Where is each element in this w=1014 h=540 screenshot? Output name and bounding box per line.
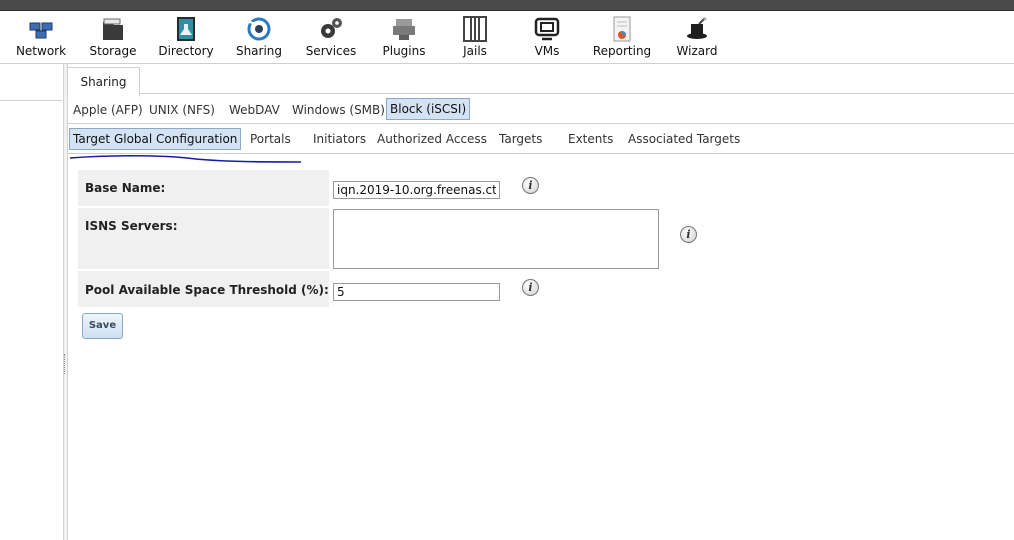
window-top-bar xyxy=(0,0,1014,11)
jails-icon xyxy=(463,16,487,42)
toolbar-vms-button[interactable]: VMs xyxy=(532,16,562,62)
isns-servers-label: ISNS Servers: xyxy=(78,208,329,269)
toolbar-jails-button[interactable]: Jails xyxy=(460,16,490,62)
services-icon xyxy=(321,18,342,38)
toolbar-directory-label: Directory xyxy=(158,44,214,58)
tab-apple-afp[interactable]: Apple (AFP) xyxy=(73,100,143,120)
sharing-icon xyxy=(247,17,271,41)
toolbar-storage-button[interactable]: Storage xyxy=(86,16,140,62)
tab-initiators[interactable]: Initiators xyxy=(313,129,366,149)
tab-targets[interactable]: Targets xyxy=(499,129,542,149)
base-name-label: Base Name: xyxy=(78,170,329,206)
toolbar-sharing-label: Sharing xyxy=(235,44,283,58)
tab-block-iscsi[interactable]: Block (iSCSI) xyxy=(386,98,471,120)
pool-threshold-info-icon[interactable]: i xyxy=(522,279,539,296)
toolbar-services-button[interactable]: Services xyxy=(304,16,358,62)
toolbar-directory-button[interactable]: Directory xyxy=(157,16,215,62)
tab-portals[interactable]: Portals xyxy=(250,129,291,149)
toolbar-network-label: Network xyxy=(15,44,67,58)
toolbar-wizard-button[interactable]: Wizard xyxy=(674,16,720,62)
storage-icon xyxy=(103,18,123,40)
save-button[interactable]: Save xyxy=(82,313,123,339)
tab-associated-targets[interactable]: Associated Targets xyxy=(628,129,740,149)
directory-icon xyxy=(177,17,195,41)
toolbar-sharing-button[interactable]: Sharing xyxy=(234,16,284,62)
plugins-icon xyxy=(393,19,415,40)
toolbar-vms-label: VMs xyxy=(534,44,560,58)
tab-sharing[interactable]: Sharing xyxy=(67,67,140,97)
tab-target-global-configuration[interactable]: Target Global Configuration xyxy=(69,128,242,150)
toolbar-jails-label: Jails xyxy=(463,44,487,58)
toolbar-wizard-label: Wizard xyxy=(676,44,718,58)
main-toolbar: Network Storage Directory Sharing Servic… xyxy=(0,11,1014,64)
toolbar-plugins-label: Plugins xyxy=(382,44,426,58)
toolbar-reporting-button[interactable]: Reporting xyxy=(592,16,652,62)
toolbar-storage-label: Storage xyxy=(89,44,137,58)
base-name-input[interactable] xyxy=(333,181,500,199)
tab-webdav[interactable]: WebDAV xyxy=(229,100,280,120)
wizard-icon xyxy=(687,17,707,39)
share-type-tabs: Apple (AFP) UNIX (NFS) WebDAV Windows (S… xyxy=(67,95,1014,124)
isns-servers-textarea[interactable] xyxy=(333,209,659,269)
toptab-divider xyxy=(67,93,1014,94)
left-tree-panel xyxy=(0,64,62,540)
left-panel-divider xyxy=(0,100,62,101)
vms-icon xyxy=(534,17,560,41)
network-icon xyxy=(29,22,53,39)
tab-authorized-access[interactable]: Authorized Access xyxy=(377,129,487,149)
splitter-grip[interactable] xyxy=(64,354,66,374)
tab-unix-nfs[interactable]: UNIX (NFS) xyxy=(149,100,215,120)
tab-windows-smb[interactable]: Windows (SMB) xyxy=(292,100,385,120)
base-name-info-icon[interactable]: i xyxy=(522,177,539,194)
toolbar-services-label: Services xyxy=(305,44,357,58)
toolbar-plugins-button[interactable]: Plugins xyxy=(381,16,427,62)
tab-extents[interactable]: Extents xyxy=(568,129,613,149)
main-content: Sharing Apple (AFP) UNIX (NFS) WebDAV Wi… xyxy=(67,64,1014,540)
annotation-underline xyxy=(69,154,302,163)
iscsi-tabs: Target Global Configuration Portals Init… xyxy=(67,124,1014,154)
pool-threshold-input[interactable] xyxy=(333,283,500,301)
reporting-icon xyxy=(613,16,631,42)
toolbar-network-button[interactable]: Network xyxy=(14,16,68,62)
isns-servers-info-icon[interactable]: i xyxy=(680,226,697,243)
toolbar-reporting-label: Reporting xyxy=(592,44,652,58)
pool-threshold-label: Pool Available Space Threshold (%): xyxy=(78,271,329,307)
